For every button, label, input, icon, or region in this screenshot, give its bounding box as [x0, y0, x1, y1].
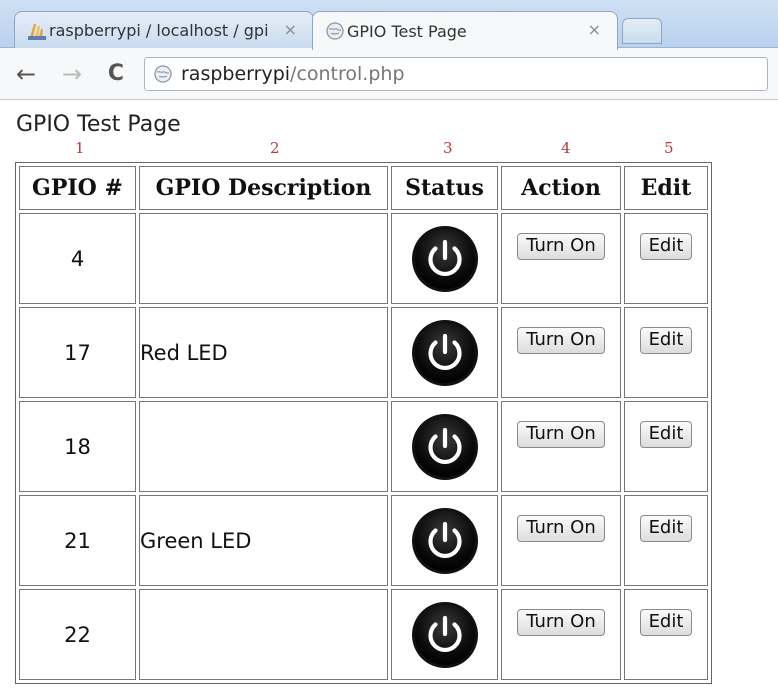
- gpio-description-cell: [139, 213, 388, 304]
- action-cell: Turn On: [501, 401, 621, 492]
- gpio-pin-cell: 21: [19, 495, 136, 586]
- table-row: 22 Turn On Edit: [19, 589, 708, 680]
- table-row: 21 Green LED Turn On Edit: [19, 495, 708, 586]
- url-host: raspberrypi: [181, 63, 291, 85]
- power-icon[interactable]: [411, 507, 479, 575]
- phpmyadmin-icon: [28, 24, 46, 40]
- turn-on-button[interactable]: Turn On: [517, 421, 605, 448]
- edit-cell: Edit: [624, 589, 708, 680]
- gpio-table: GPIO # GPIO Description Status Action Ed…: [15, 162, 712, 684]
- edit-button[interactable]: Edit: [639, 233, 693, 260]
- turn-on-button[interactable]: Turn On: [517, 515, 605, 542]
- status-cell: [391, 401, 498, 492]
- column-number-2: 2: [270, 139, 280, 157]
- edit-cell: Edit: [624, 213, 708, 304]
- gpio-description-cell: Red LED: [139, 307, 388, 398]
- tab-phpmyadmin[interactable]: raspberrypi / localhost / gpi ×: [14, 11, 314, 49]
- back-button[interactable]: ←: [12, 60, 40, 88]
- forward-button[interactable]: →: [58, 60, 86, 88]
- power-icon[interactable]: [411, 319, 479, 387]
- gpio-pin-cell: 22: [19, 589, 136, 680]
- action-cell: Turn On: [501, 307, 621, 398]
- edit-button[interactable]: Edit: [639, 515, 693, 542]
- table-header-row: GPIO # GPIO Description Status Action Ed…: [19, 166, 708, 210]
- status-cell: [391, 589, 498, 680]
- status-cell: [391, 495, 498, 586]
- browser-tab-bar: raspberrypi / localhost / gpi × GPIO Tes…: [0, 0, 778, 50]
- gpio-pin-cell: 4: [19, 213, 136, 304]
- power-icon[interactable]: [411, 225, 479, 293]
- header-status: Status: [391, 166, 498, 210]
- new-tab-button[interactable]: [622, 18, 662, 44]
- edit-button[interactable]: Edit: [639, 327, 693, 354]
- header-gpio-description: GPIO Description: [139, 166, 388, 210]
- header-action: Action: [501, 166, 621, 210]
- close-icon[interactable]: ×: [588, 20, 601, 39]
- gpio-description-cell: [139, 589, 388, 680]
- column-number-4: 4: [561, 139, 571, 157]
- tab-title: GPIO Test Page: [347, 21, 467, 41]
- globe-icon: [326, 22, 344, 40]
- table-row: 17 Red LED Turn On Edit: [19, 307, 708, 398]
- reload-button[interactable]: C: [102, 60, 130, 88]
- turn-on-button[interactable]: Turn On: [517, 327, 605, 354]
- tab-gpio-test-page[interactable]: GPIO Test Page ×: [312, 11, 618, 50]
- edit-button[interactable]: Edit: [639, 609, 693, 636]
- edit-cell: Edit: [624, 495, 708, 586]
- table-row: 18 Turn On Edit: [19, 401, 708, 492]
- action-cell: Turn On: [501, 213, 621, 304]
- page-title: GPIO Test Page: [16, 112, 181, 137]
- gpio-description-cell: [139, 401, 388, 492]
- page-content: GPIO Test Page 1 2 3 4 5 GPIO # GPIO Des…: [0, 101, 778, 690]
- action-cell: Turn On: [501, 495, 621, 586]
- turn-on-button[interactable]: Turn On: [517, 233, 605, 260]
- gpio-pin-cell: 17: [19, 307, 136, 398]
- column-number-5: 5: [664, 139, 674, 157]
- gpio-table-body: 4 Turn On Edit 17 Red LED Turn On Edit 1…: [19, 213, 708, 680]
- edit-cell: Edit: [624, 307, 708, 398]
- header-edit: Edit: [624, 166, 708, 210]
- address-bar[interactable]: raspberrypi/control.php: [144, 57, 768, 91]
- gpio-description-cell: Green LED: [139, 495, 388, 586]
- url-path: /control.php: [290, 63, 405, 85]
- close-icon[interactable]: ×: [284, 20, 297, 39]
- action-cell: Turn On: [501, 589, 621, 680]
- column-number-1: 1: [75, 139, 85, 157]
- status-cell: [391, 213, 498, 304]
- tab-title: raspberrypi / localhost / gpi: [49, 21, 269, 40]
- header-gpio-number: GPIO #: [19, 166, 136, 210]
- table-row: 4 Turn On Edit: [19, 213, 708, 304]
- status-cell: [391, 307, 498, 398]
- power-icon[interactable]: [411, 413, 479, 481]
- edit-cell: Edit: [624, 401, 708, 492]
- power-icon[interactable]: [411, 601, 479, 669]
- column-number-3: 3: [443, 139, 453, 157]
- browser-toolbar: ← → C raspberrypi/control.php: [0, 48, 778, 100]
- turn-on-button[interactable]: Turn On: [517, 609, 605, 636]
- globe-icon: [154, 65, 172, 83]
- gpio-pin-cell: 18: [19, 401, 136, 492]
- edit-button[interactable]: Edit: [639, 421, 693, 448]
